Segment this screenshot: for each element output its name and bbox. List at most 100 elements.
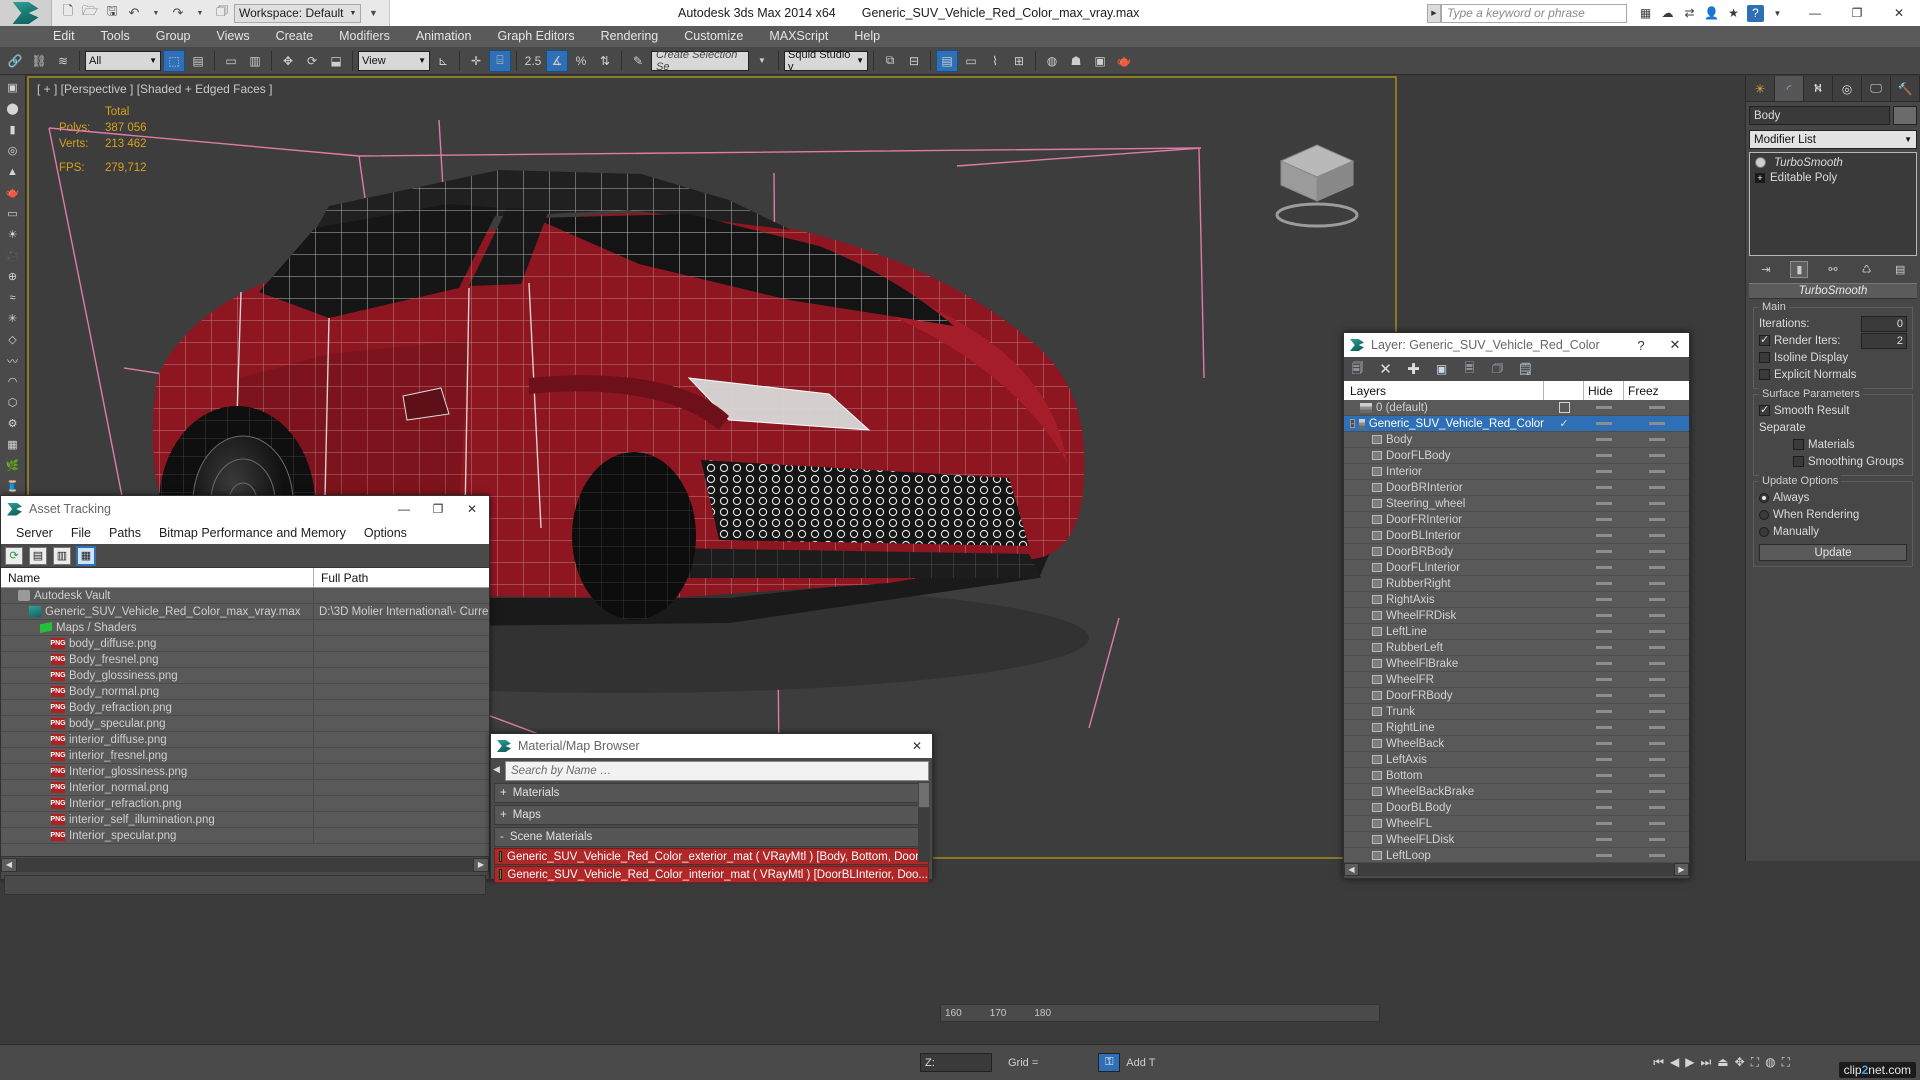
menu-item-customize[interactable]: Customize bbox=[671, 26, 756, 47]
auto-key-icon[interactable]: ⚿ bbox=[1098, 1053, 1121, 1072]
cloud-icon[interactable]: ☁ bbox=[1659, 5, 1676, 22]
select-and-move-icon[interactable]: ✥ bbox=[277, 50, 299, 72]
table-row[interactable]: PNG Interior_refraction.png bbox=[1, 795, 489, 812]
layer-scroll-right-icon[interactable]: ▶ bbox=[1674, 863, 1689, 876]
scroll-thumb[interactable] bbox=[918, 782, 930, 808]
material-map-browser[interactable]: Material/Map Browser ✕ ◀ Search by Name … bbox=[490, 733, 933, 883]
menu-item-group[interactable]: Group bbox=[143, 26, 204, 47]
layer-row[interactable]: LeftLoop bbox=[1344, 848, 1689, 862]
freeze-cell[interactable] bbox=[1624, 438, 1689, 441]
freeze-cell[interactable] bbox=[1624, 550, 1689, 553]
track-bar[interactable]: 160 170 180 bbox=[940, 1004, 1380, 1022]
select-highlighted-layers-icon[interactable]: 🗏 bbox=[1461, 361, 1478, 377]
pan-view-icon[interactable]: ✥ bbox=[1735, 1055, 1745, 1070]
freeze-cell[interactable] bbox=[1624, 614, 1689, 617]
freeze-cell[interactable] bbox=[1624, 534, 1689, 537]
asset-menu-file[interactable]: File bbox=[62, 526, 100, 540]
schematic-view-icon[interactable]: ⊞ bbox=[1008, 50, 1030, 72]
select-by-name-icon[interactable]: ▤ bbox=[187, 50, 209, 72]
zoom-extents-icon[interactable]: ⛶ bbox=[1751, 1055, 1759, 1070]
make-unique-icon[interactable]: ⚯ bbox=[1824, 261, 1842, 278]
play-animation-icon[interactable]: ▶ bbox=[1685, 1055, 1694, 1070]
layer-expand-toggle[interactable]: - bbox=[1350, 419, 1356, 428]
layer-manager-icon[interactable]: ▤ bbox=[936, 49, 958, 72]
menu-item-edit[interactable]: Edit bbox=[40, 26, 88, 47]
freeze-cell[interactable] bbox=[1624, 806, 1689, 809]
layer-row[interactable]: LeftAxis bbox=[1344, 752, 1689, 768]
layer-row[interactable]: 0 (default) bbox=[1344, 400, 1689, 416]
spacewarp-icon[interactable]: ≈ bbox=[3, 288, 23, 307]
cylinder-icon[interactable]: ▮ bbox=[3, 120, 23, 139]
asset-tracking-maximize-button[interactable]: ❐ bbox=[421, 496, 455, 522]
hair-icon[interactable]: 🌿 bbox=[3, 456, 23, 475]
freeze-cell[interactable] bbox=[1624, 454, 1689, 457]
particle-icon[interactable]: ✳ bbox=[3, 309, 23, 328]
hide-cell[interactable] bbox=[1584, 662, 1624, 665]
rectangular-selection-region-icon[interactable]: ▭ bbox=[220, 50, 242, 72]
menu-item-maxscript[interactable]: MAXScript bbox=[756, 26, 841, 47]
app-menu-button[interactable] bbox=[0, 0, 52, 26]
redo-dropdown-icon[interactable]: ▼ bbox=[190, 3, 210, 23]
table-row[interactable]: PNG Interior_glossiness.png bbox=[1, 763, 489, 780]
remove-modifier-icon[interactable]: ♺ bbox=[1858, 261, 1876, 278]
hide-cell[interactable] bbox=[1584, 774, 1624, 777]
hide-cell[interactable] bbox=[1584, 502, 1624, 505]
grid-view-icon[interactable]: ▦ bbox=[76, 545, 96, 566]
render-iters-spinner[interactable]: 2 bbox=[1861, 332, 1907, 349]
layer-row[interactable]: Bottom bbox=[1344, 768, 1689, 784]
column-header-name[interactable]: Name bbox=[1, 568, 314, 587]
help-icon[interactable]: ? bbox=[1747, 4, 1764, 22]
asset-tracking-hscrollbar[interactable]: ◀ ▶ bbox=[1, 856, 489, 872]
table-row[interactable]: PNG Body_normal.png bbox=[1, 683, 489, 700]
exchange-icon[interactable]: ⇄ bbox=[1681, 5, 1698, 22]
minimize-button[interactable]: — bbox=[1794, 0, 1836, 26]
user-icon[interactable]: 👤 bbox=[1703, 5, 1720, 22]
update-when-rendering-radio[interactable] bbox=[1759, 509, 1769, 520]
hide-cell[interactable] bbox=[1584, 694, 1624, 697]
create-new-layer-icon[interactable]: 🗐 bbox=[1349, 361, 1366, 377]
hide-cell[interactable] bbox=[1584, 710, 1624, 713]
table-row[interactable]: PNG interior_fresnel.png bbox=[1, 747, 489, 764]
freeze-cell[interactable] bbox=[1624, 822, 1689, 825]
display-tab[interactable]: 🖵 bbox=[1862, 76, 1891, 101]
hide-cell[interactable] bbox=[1584, 742, 1624, 745]
select-objects-in-layer-icon[interactable]: ▣ bbox=[1433, 361, 1450, 377]
layer-row[interactable]: LeftLine bbox=[1344, 624, 1689, 640]
layer-row[interactable]: DoorFRBody bbox=[1344, 688, 1689, 704]
utilities-tab[interactable]: 🔨 bbox=[1891, 76, 1920, 101]
undo-icon[interactable]: ↶ bbox=[124, 3, 144, 23]
table-row[interactable]: Autodesk Vault bbox=[1, 588, 489, 604]
menu-item-views[interactable]: Views bbox=[203, 26, 262, 47]
scroll-track[interactable] bbox=[17, 857, 473, 872]
grid-icon[interactable]: ▦ bbox=[1637, 5, 1654, 22]
layer-manager-dialog[interactable]: Layer: Generic_SUV_Vehicle_Red_Color ? ✕… bbox=[1343, 332, 1690, 879]
menu-item-rendering[interactable]: Rendering bbox=[588, 26, 672, 47]
freeze-cell[interactable] bbox=[1624, 646, 1689, 649]
select-link-icon[interactable]: 🔗 bbox=[4, 50, 26, 72]
menu-item-graph-editors[interactable]: Graph Editors bbox=[484, 26, 587, 47]
list-view-icon[interactable]: ▤ bbox=[29, 546, 47, 565]
keyboard-shortcut-override-icon[interactable]: ⌸ bbox=[489, 49, 511, 72]
layer-hscrollbar[interactable]: ◀ ▶ bbox=[1344, 862, 1689, 877]
layer-row[interactable]: WheelBack bbox=[1344, 736, 1689, 752]
hide-cell[interactable] bbox=[1584, 454, 1624, 457]
go-to-start-icon[interactable]: ⏮ bbox=[1653, 1055, 1664, 1070]
set-current-layer-icon[interactable]: 🗇 bbox=[1489, 361, 1506, 377]
hide-cell[interactable] bbox=[1584, 758, 1624, 761]
compound-icon[interactable]: ⬡ bbox=[3, 393, 23, 412]
freeze-cell[interactable] bbox=[1624, 486, 1689, 489]
layer-properties-icon[interactable]: 🗒 bbox=[1517, 361, 1534, 377]
hide-cell[interactable] bbox=[1584, 678, 1624, 681]
layer-row[interactable]: DoorBRInterior bbox=[1344, 480, 1689, 496]
key-mode-icon[interactable]: ⏏ bbox=[1717, 1055, 1728, 1070]
hide-cell[interactable] bbox=[1584, 438, 1624, 441]
modifier-stack-item-turbosmooth[interactable]: TurboSmooth bbox=[1752, 155, 1914, 170]
material-item-interior[interactable]: Generic_SUV_Vehicle_Red_Color_interior_m… bbox=[494, 866, 929, 883]
layer-row[interactable]: RubberRight bbox=[1344, 576, 1689, 592]
search-dropdown-icon[interactable]: ▶ bbox=[1427, 3, 1441, 23]
separate-smoothing-groups-checkbox[interactable] bbox=[1793, 456, 1804, 467]
table-row[interactable]: PNG Interior_normal.png bbox=[1, 779, 489, 796]
asset-menu-options[interactable]: Options bbox=[355, 526, 416, 540]
layer-dialog-help-button[interactable]: ? bbox=[1628, 338, 1654, 353]
freeze-cell[interactable] bbox=[1624, 662, 1689, 665]
